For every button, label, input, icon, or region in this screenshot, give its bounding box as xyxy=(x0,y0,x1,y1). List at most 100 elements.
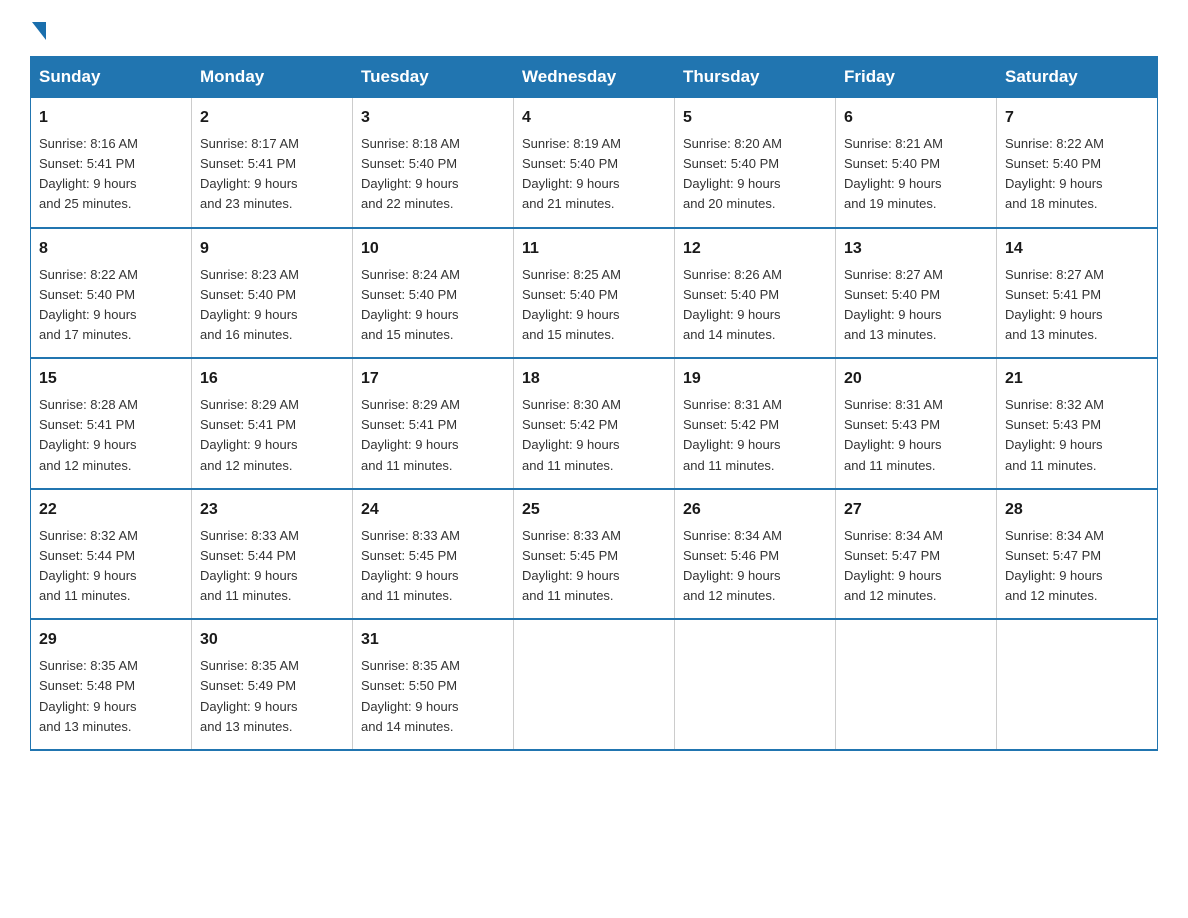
header-cell-sunday: Sunday xyxy=(31,57,192,98)
header-cell-saturday: Saturday xyxy=(997,57,1158,98)
day-info: Sunrise: 8:27 AM Sunset: 5:40 PM Dayligh… xyxy=(844,265,988,346)
day-info: Sunrise: 8:24 AM Sunset: 5:40 PM Dayligh… xyxy=(361,265,505,346)
day-cell xyxy=(675,619,836,750)
day-number: 16 xyxy=(200,367,344,391)
day-info: Sunrise: 8:32 AM Sunset: 5:43 PM Dayligh… xyxy=(1005,395,1149,476)
day-number: 6 xyxy=(844,106,988,130)
day-number: 31 xyxy=(361,628,505,652)
calendar-table: SundayMondayTuesdayWednesdayThursdayFrid… xyxy=(30,56,1158,751)
day-number: 3 xyxy=(361,106,505,130)
day-number: 30 xyxy=(200,628,344,652)
day-number: 25 xyxy=(522,498,666,522)
day-cell: 17 Sunrise: 8:29 AM Sunset: 5:41 PM Dayl… xyxy=(353,358,514,489)
day-number: 8 xyxy=(39,237,183,261)
day-number: 27 xyxy=(844,498,988,522)
header-cell-tuesday: Tuesday xyxy=(353,57,514,98)
logo-blue xyxy=(30,20,46,38)
day-cell: 8 Sunrise: 8:22 AM Sunset: 5:40 PM Dayli… xyxy=(31,228,192,359)
day-number: 22 xyxy=(39,498,183,522)
day-cell: 4 Sunrise: 8:19 AM Sunset: 5:40 PM Dayli… xyxy=(514,98,675,228)
day-cell: 27 Sunrise: 8:34 AM Sunset: 5:47 PM Dayl… xyxy=(836,489,997,620)
day-info: Sunrise: 8:33 AM Sunset: 5:45 PM Dayligh… xyxy=(361,526,505,607)
day-info: Sunrise: 8:22 AM Sunset: 5:40 PM Dayligh… xyxy=(1005,134,1149,215)
day-info: Sunrise: 8:17 AM Sunset: 5:41 PM Dayligh… xyxy=(200,134,344,215)
day-info: Sunrise: 8:31 AM Sunset: 5:43 PM Dayligh… xyxy=(844,395,988,476)
day-number: 9 xyxy=(200,237,344,261)
day-number: 17 xyxy=(361,367,505,391)
day-cell xyxy=(514,619,675,750)
day-info: Sunrise: 8:23 AM Sunset: 5:40 PM Dayligh… xyxy=(200,265,344,346)
header-row: SundayMondayTuesdayWednesdayThursdayFrid… xyxy=(31,57,1158,98)
day-cell: 2 Sunrise: 8:17 AM Sunset: 5:41 PM Dayli… xyxy=(192,98,353,228)
day-info: Sunrise: 8:35 AM Sunset: 5:49 PM Dayligh… xyxy=(200,656,344,737)
day-info: Sunrise: 8:16 AM Sunset: 5:41 PM Dayligh… xyxy=(39,134,183,215)
day-cell: 15 Sunrise: 8:28 AM Sunset: 5:41 PM Dayl… xyxy=(31,358,192,489)
day-cell: 19 Sunrise: 8:31 AM Sunset: 5:42 PM Dayl… xyxy=(675,358,836,489)
week-row-5: 29 Sunrise: 8:35 AM Sunset: 5:48 PM Dayl… xyxy=(31,619,1158,750)
week-row-4: 22 Sunrise: 8:32 AM Sunset: 5:44 PM Dayl… xyxy=(31,489,1158,620)
day-info: Sunrise: 8:31 AM Sunset: 5:42 PM Dayligh… xyxy=(683,395,827,476)
day-info: Sunrise: 8:34 AM Sunset: 5:47 PM Dayligh… xyxy=(844,526,988,607)
day-info: Sunrise: 8:21 AM Sunset: 5:40 PM Dayligh… xyxy=(844,134,988,215)
day-cell: 1 Sunrise: 8:16 AM Sunset: 5:41 PM Dayli… xyxy=(31,98,192,228)
day-number: 12 xyxy=(683,237,827,261)
day-number: 15 xyxy=(39,367,183,391)
day-info: Sunrise: 8:34 AM Sunset: 5:46 PM Dayligh… xyxy=(683,526,827,607)
day-cell: 24 Sunrise: 8:33 AM Sunset: 5:45 PM Dayl… xyxy=(353,489,514,620)
day-number: 11 xyxy=(522,237,666,261)
day-cell: 16 Sunrise: 8:29 AM Sunset: 5:41 PM Dayl… xyxy=(192,358,353,489)
logo xyxy=(30,20,46,38)
day-cell: 23 Sunrise: 8:33 AM Sunset: 5:44 PM Dayl… xyxy=(192,489,353,620)
day-cell: 28 Sunrise: 8:34 AM Sunset: 5:47 PM Dayl… xyxy=(997,489,1158,620)
day-cell xyxy=(997,619,1158,750)
header-cell-friday: Friday xyxy=(836,57,997,98)
week-row-2: 8 Sunrise: 8:22 AM Sunset: 5:40 PM Dayli… xyxy=(31,228,1158,359)
day-info: Sunrise: 8:33 AM Sunset: 5:45 PM Dayligh… xyxy=(522,526,666,607)
week-row-1: 1 Sunrise: 8:16 AM Sunset: 5:41 PM Dayli… xyxy=(31,98,1158,228)
page-header xyxy=(30,20,1158,38)
day-cell: 14 Sunrise: 8:27 AM Sunset: 5:41 PM Dayl… xyxy=(997,228,1158,359)
day-info: Sunrise: 8:22 AM Sunset: 5:40 PM Dayligh… xyxy=(39,265,183,346)
day-number: 28 xyxy=(1005,498,1149,522)
day-cell: 20 Sunrise: 8:31 AM Sunset: 5:43 PM Dayl… xyxy=(836,358,997,489)
day-info: Sunrise: 8:32 AM Sunset: 5:44 PM Dayligh… xyxy=(39,526,183,607)
day-number: 23 xyxy=(200,498,344,522)
day-info: Sunrise: 8:33 AM Sunset: 5:44 PM Dayligh… xyxy=(200,526,344,607)
day-number: 20 xyxy=(844,367,988,391)
day-info: Sunrise: 8:29 AM Sunset: 5:41 PM Dayligh… xyxy=(200,395,344,476)
day-cell: 11 Sunrise: 8:25 AM Sunset: 5:40 PM Dayl… xyxy=(514,228,675,359)
day-number: 2 xyxy=(200,106,344,130)
day-cell: 30 Sunrise: 8:35 AM Sunset: 5:49 PM Dayl… xyxy=(192,619,353,750)
day-cell: 13 Sunrise: 8:27 AM Sunset: 5:40 PM Dayl… xyxy=(836,228,997,359)
day-cell: 3 Sunrise: 8:18 AM Sunset: 5:40 PM Dayli… xyxy=(353,98,514,228)
day-cell: 31 Sunrise: 8:35 AM Sunset: 5:50 PM Dayl… xyxy=(353,619,514,750)
day-info: Sunrise: 8:35 AM Sunset: 5:50 PM Dayligh… xyxy=(361,656,505,737)
day-cell: 26 Sunrise: 8:34 AM Sunset: 5:46 PM Dayl… xyxy=(675,489,836,620)
day-info: Sunrise: 8:25 AM Sunset: 5:40 PM Dayligh… xyxy=(522,265,666,346)
day-info: Sunrise: 8:28 AM Sunset: 5:41 PM Dayligh… xyxy=(39,395,183,476)
day-info: Sunrise: 8:27 AM Sunset: 5:41 PM Dayligh… xyxy=(1005,265,1149,346)
day-number: 18 xyxy=(522,367,666,391)
day-cell: 6 Sunrise: 8:21 AM Sunset: 5:40 PM Dayli… xyxy=(836,98,997,228)
day-number: 10 xyxy=(361,237,505,261)
week-row-3: 15 Sunrise: 8:28 AM Sunset: 5:41 PM Dayl… xyxy=(31,358,1158,489)
header-cell-monday: Monday xyxy=(192,57,353,98)
day-info: Sunrise: 8:20 AM Sunset: 5:40 PM Dayligh… xyxy=(683,134,827,215)
day-cell: 25 Sunrise: 8:33 AM Sunset: 5:45 PM Dayl… xyxy=(514,489,675,620)
day-number: 24 xyxy=(361,498,505,522)
logo-triangle-icon xyxy=(32,22,46,40)
day-number: 19 xyxy=(683,367,827,391)
day-cell: 21 Sunrise: 8:32 AM Sunset: 5:43 PM Dayl… xyxy=(997,358,1158,489)
day-cell: 29 Sunrise: 8:35 AM Sunset: 5:48 PM Dayl… xyxy=(31,619,192,750)
day-cell: 10 Sunrise: 8:24 AM Sunset: 5:40 PM Dayl… xyxy=(353,228,514,359)
day-number: 7 xyxy=(1005,106,1149,130)
day-info: Sunrise: 8:35 AM Sunset: 5:48 PM Dayligh… xyxy=(39,656,183,737)
day-number: 26 xyxy=(683,498,827,522)
day-cell: 12 Sunrise: 8:26 AM Sunset: 5:40 PM Dayl… xyxy=(675,228,836,359)
header-cell-wednesday: Wednesday xyxy=(514,57,675,98)
day-cell: 22 Sunrise: 8:32 AM Sunset: 5:44 PM Dayl… xyxy=(31,489,192,620)
day-info: Sunrise: 8:19 AM Sunset: 5:40 PM Dayligh… xyxy=(522,134,666,215)
day-cell: 9 Sunrise: 8:23 AM Sunset: 5:40 PM Dayli… xyxy=(192,228,353,359)
day-info: Sunrise: 8:29 AM Sunset: 5:41 PM Dayligh… xyxy=(361,395,505,476)
day-info: Sunrise: 8:34 AM Sunset: 5:47 PM Dayligh… xyxy=(1005,526,1149,607)
